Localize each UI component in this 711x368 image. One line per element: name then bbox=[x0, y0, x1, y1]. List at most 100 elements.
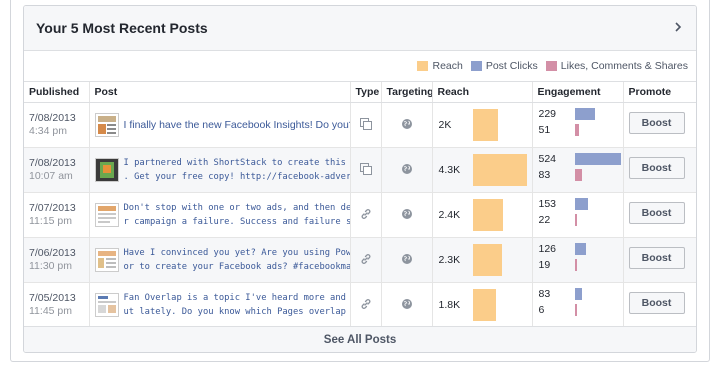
post-time: 11:45 pm bbox=[29, 305, 72, 317]
boost-button[interactable]: Boost bbox=[628, 292, 685, 314]
post-cell[interactable]: I finally have the new Facebook Insights… bbox=[88, 102, 350, 148]
legend-item-post-clicks: Post Clicks bbox=[470, 60, 538, 72]
post-text-line-1[interactable]: I finally have the new Facebook Insights… bbox=[124, 118, 350, 132]
post-text-line-2[interactable]: ut lately. Do you know which Pages overl… bbox=[124, 305, 350, 319]
post-text[interactable]: I partnered with ShortStack to create th… bbox=[124, 156, 350, 184]
legend-swatch-likes bbox=[545, 61, 557, 71]
post-time: 11:15 pm bbox=[29, 215, 72, 227]
post-clicks-bar bbox=[574, 108, 595, 120]
published-cell: 7/08/2013 4:34 pm bbox=[24, 102, 89, 148]
post-cell[interactable]: I partnered with ShortStack to create th… bbox=[88, 147, 350, 193]
column-header-targeting[interactable]: Targeting bbox=[380, 81, 432, 103]
published-cell: 7/08/2013 10:07 am bbox=[24, 147, 89, 193]
reach-bar bbox=[472, 109, 498, 141]
post-clicks-value: 83 bbox=[538, 288, 551, 300]
table-row: 7/05/2013 11:45 pm Fan Overlap is a topic … bbox=[24, 282, 696, 328]
reach-cell: 2.3K bbox=[431, 237, 532, 283]
table-row: 7/06/2013 11:30 pm Have I convinced you ye… bbox=[24, 237, 696, 283]
legend-label: Post Clicks bbox=[485, 60, 538, 72]
type-cell bbox=[349, 147, 381, 193]
targeting-cell bbox=[380, 147, 432, 193]
reach-cell: 1.8K bbox=[431, 282, 532, 328]
post-cell[interactable]: Fan Overlap is a topic I've heard more a… bbox=[88, 282, 350, 328]
reach-cell: 4.3K bbox=[431, 147, 532, 193]
post-thumbnail[interactable] bbox=[94, 293, 119, 317]
column-header-engagement[interactable]: Engagement bbox=[531, 81, 623, 103]
post-time: 11:30 pm bbox=[29, 260, 72, 272]
likes-bar bbox=[574, 259, 577, 271]
engagement-cell: 153 22 bbox=[531, 192, 623, 238]
legend-label: Likes, Comments & Shares bbox=[560, 60, 688, 72]
post-thumbnail[interactable] bbox=[94, 158, 119, 182]
post-clicks-bar bbox=[574, 243, 586, 255]
post-text[interactable]: I finally have the new Facebook Insights… bbox=[124, 118, 350, 132]
engagement-cell: 229 51 bbox=[531, 102, 623, 148]
post-clicks-value: 126 bbox=[538, 243, 557, 255]
post-thumbnail[interactable] bbox=[94, 113, 119, 137]
promote-cell: Boost bbox=[622, 102, 696, 148]
post-clicks-bar bbox=[574, 198, 588, 210]
reach-value: 2.3K bbox=[438, 254, 461, 266]
globe-icon bbox=[401, 208, 413, 223]
post-thumbnail[interactable] bbox=[94, 248, 119, 272]
chevron-right-icon[interactable] bbox=[670, 19, 686, 35]
post-cell[interactable]: Have I convinced you yet? Are you using … bbox=[88, 237, 350, 283]
globe-icon bbox=[401, 163, 413, 178]
legend-item-reach: Reach bbox=[417, 60, 463, 72]
post-text-line-2[interactable]: r campaign a failure. Success and failur… bbox=[124, 215, 350, 229]
column-header-type[interactable]: Type bbox=[349, 81, 381, 103]
boost-button[interactable]: Boost bbox=[628, 157, 685, 179]
post-clicks-value: 524 bbox=[538, 153, 557, 165]
post-clicks-value: 153 bbox=[538, 198, 557, 210]
post-text[interactable]: Don't stop with one or two ads, and then… bbox=[124, 201, 350, 229]
boost-button[interactable]: Boost bbox=[628, 112, 685, 134]
column-header-post[interactable]: Post bbox=[88, 81, 350, 103]
type-cell bbox=[349, 282, 381, 328]
column-header-promote: Promote bbox=[622, 81, 696, 103]
post-thumbnail[interactable] bbox=[94, 203, 119, 227]
reach-value: 4.3K bbox=[438, 164, 461, 176]
globe-icon bbox=[401, 118, 413, 133]
published-cell: 7/07/2013 11:15 pm bbox=[24, 192, 89, 238]
reach-value: 1.8K bbox=[438, 299, 461, 311]
post-text-line-1[interactable]: Don't stop with one or two ads, and then… bbox=[124, 201, 350, 215]
legend-item-likes: Likes, Comments & Shares bbox=[545, 60, 688, 72]
post-text-line-2[interactable]: or to create your Facebook ads? #faceboo… bbox=[124, 260, 350, 274]
promote-cell: Boost bbox=[622, 147, 696, 193]
post-clicks-bar bbox=[574, 288, 582, 300]
column-header-published[interactable]: Published bbox=[24, 81, 89, 103]
post-cell[interactable]: Don't stop with one or two ads, and then… bbox=[88, 192, 350, 238]
post-text[interactable]: Have I convinced you yet? Are you using … bbox=[124, 246, 350, 274]
likes-value: 19 bbox=[538, 259, 551, 271]
engagement-cell: 126 19 bbox=[531, 237, 623, 283]
legend-swatch-post-clicks bbox=[470, 61, 482, 71]
post-text-line-1[interactable]: Fan Overlap is a topic I've heard more a… bbox=[124, 291, 350, 305]
targeting-cell bbox=[380, 102, 432, 148]
likes-value: 83 bbox=[538, 169, 551, 181]
column-header-reach[interactable]: Reach bbox=[431, 81, 532, 103]
card-header[interactable]: Your 5 Most Recent Posts bbox=[24, 6, 696, 51]
reach-value: 2K bbox=[438, 119, 452, 131]
boost-button[interactable]: Boost bbox=[628, 247, 685, 269]
type-cell bbox=[349, 237, 381, 283]
likes-bar bbox=[574, 304, 577, 316]
reach-bar bbox=[472, 199, 503, 231]
promote-cell: Boost bbox=[622, 282, 696, 328]
table-row: 7/07/2013 11:15 pm Don't stop with one or … bbox=[24, 192, 696, 238]
reach-bar bbox=[472, 244, 502, 276]
post-text-line-2[interactable]: . Get your free copy! http://facebook-ad… bbox=[124, 170, 350, 184]
likes-value: 51 bbox=[538, 124, 551, 136]
promote-cell: Boost bbox=[622, 237, 696, 283]
post-date: 7/05/2013 bbox=[29, 292, 76, 304]
table-row: 7/08/2013 4:34 pm I finally have the new F… bbox=[24, 102, 696, 148]
see-all-posts-link[interactable]: See All Posts bbox=[24, 326, 696, 352]
boost-button[interactable]: Boost bbox=[628, 202, 685, 224]
post-text[interactable]: Fan Overlap is a topic I've heard more a… bbox=[124, 291, 350, 319]
post-clicks-value: 229 bbox=[538, 108, 557, 120]
post-text-line-1[interactable]: Have I convinced you yet? Are you using … bbox=[124, 246, 350, 260]
link-icon bbox=[360, 253, 372, 268]
link-icon bbox=[360, 298, 372, 313]
post-text-line-1[interactable]: I partnered with ShortStack to create th… bbox=[124, 156, 350, 170]
post-time: 10:07 am bbox=[29, 170, 73, 182]
type-cell bbox=[349, 102, 381, 148]
